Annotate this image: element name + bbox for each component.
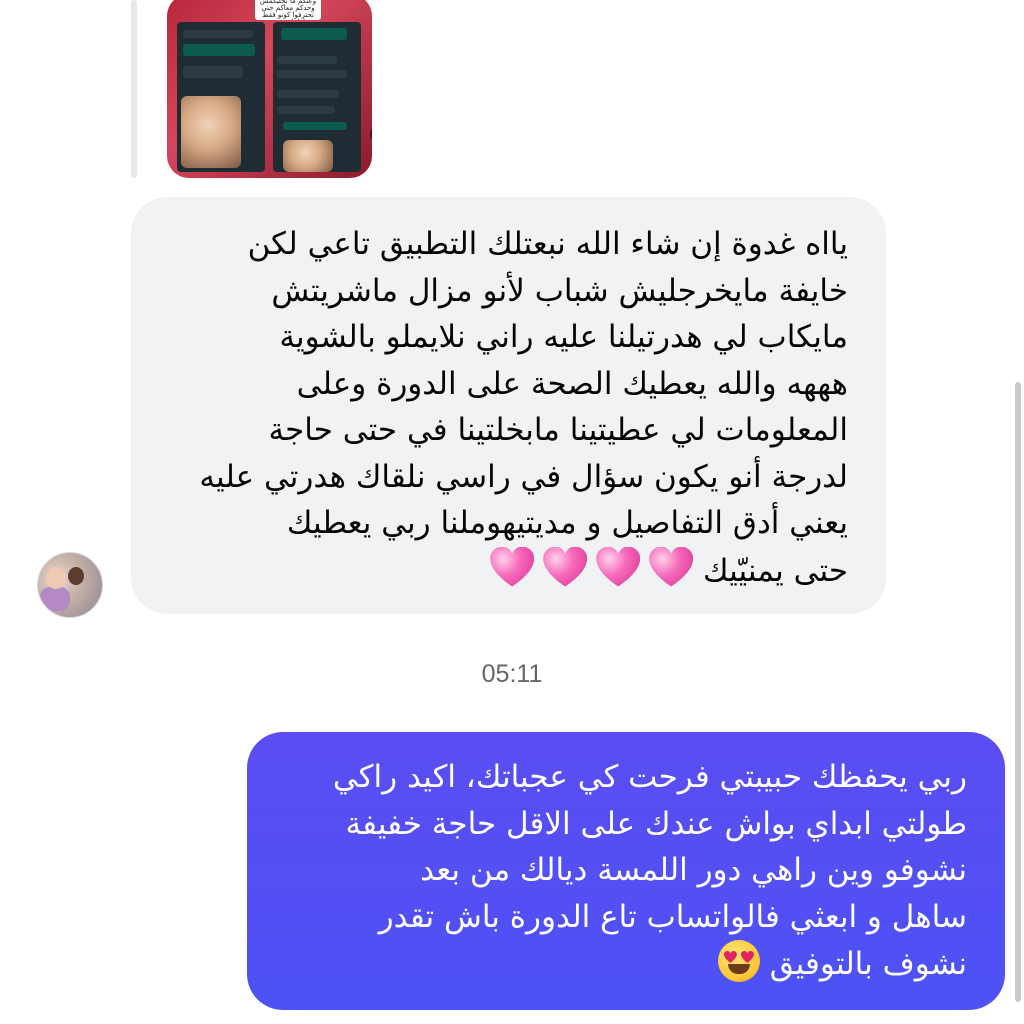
avatar-photo-detail bbox=[40, 587, 70, 611]
growing-heart-emoji-icon bbox=[649, 547, 693, 587]
incoming-message-bubble[interactable]: يااه غدوة إن شاء الله نبعتلك التطبيق تاع… bbox=[131, 197, 886, 614]
message-line: خايفة مايخرجليش شباب لأنو مزال ماشريتش bbox=[271, 272, 848, 309]
message-line: مايكاب لي هدرتيلنا عليه راني نلايملو بال… bbox=[279, 319, 848, 355]
sender-avatar[interactable] bbox=[37, 552, 103, 618]
message-line: يعني أدق التفاصيل و مديتيهوملنا ربي يعطي… bbox=[286, 505, 848, 541]
thumb-message bbox=[183, 66, 243, 78]
scrollbar[interactable] bbox=[1015, 382, 1021, 1002]
thumb-message bbox=[277, 56, 337, 64]
smile-mouth-icon bbox=[727, 964, 750, 974]
growing-heart-emoji-icon bbox=[490, 547, 534, 587]
message-line: لدرجة أنو يكون سؤال في راسي نلقاك هدرتي … bbox=[199, 458, 848, 495]
screenshot-panel-left bbox=[177, 22, 265, 172]
chat-thread: وعنكم ما نخليكمش وحدكم معاكم حتى تحترفوا… bbox=[0, 0, 1024, 1024]
play-icon[interactable]: ▶ bbox=[370, 126, 372, 142]
thumb-photo bbox=[283, 140, 333, 172]
heart-eye-icon bbox=[741, 951, 754, 963]
thumb-message bbox=[277, 106, 335, 114]
thumb-message bbox=[183, 44, 255, 56]
message-line: نشوف بالتوفيق bbox=[769, 946, 967, 982]
message-line: ربي يحفظك حبيبتي فرحت كي عجباتك، اكيد را… bbox=[332, 759, 967, 795]
thumb-message bbox=[183, 30, 253, 38]
video-caption-text: وعنكم ما نخليكمش وحدكم معاكم حتى تحترفوا… bbox=[255, 0, 321, 20]
thumb-photo bbox=[181, 96, 241, 168]
reply-indicator-bar bbox=[131, 0, 137, 178]
avatar-photo-detail bbox=[46, 567, 66, 589]
message-line: حتى يمنيّيك bbox=[703, 552, 848, 589]
message-line: ساهل و ابعثي فالواتساب تاع الدورة باش تق… bbox=[378, 898, 967, 935]
message-last-line: حتى يمنيّيك bbox=[161, 547, 848, 595]
message-last-line: نشوف بالتوفيق bbox=[277, 940, 967, 988]
shared-video-thumbnail[interactable]: وعنكم ما نخليكمش وحدكم معاكم حتى تحترفوا… bbox=[167, 0, 372, 178]
heart-eyes-emoji-icon bbox=[717, 940, 760, 982]
thumb-message bbox=[277, 70, 347, 78]
message-timestamp: 05:11 bbox=[481, 660, 543, 688]
thumb-message bbox=[283, 122, 347, 130]
outgoing-message-bubble[interactable]: ربي يحفظك حبيبتي فرحت كي عجباتك، اكيد را… bbox=[247, 732, 1005, 1010]
heart-eye-icon bbox=[724, 951, 737, 963]
message-line: المعلومات لي عطيتينا مابخلتينا في حتى حا… bbox=[268, 412, 848, 448]
screenshot-panel-right bbox=[273, 22, 361, 172]
thumb-message bbox=[281, 28, 347, 40]
message-line: طولتي ابداي بواش عندك على الاقل حاجة خفي… bbox=[345, 805, 967, 842]
growing-heart-emoji-icon bbox=[596, 547, 640, 587]
growing-heart-emoji-icon bbox=[543, 547, 587, 587]
thumb-message bbox=[277, 90, 339, 98]
message-line: هههه والله يعطيك الصحة على الدورة وعلى bbox=[296, 365, 848, 402]
avatar-photo-detail bbox=[68, 567, 84, 585]
message-line: نشوفو وين راهي دور اللمسة ديالك من بعد bbox=[420, 852, 967, 888]
message-line: يااه غدوة إن شاء الله نبعتلك التطبيق تاع… bbox=[247, 226, 848, 262]
